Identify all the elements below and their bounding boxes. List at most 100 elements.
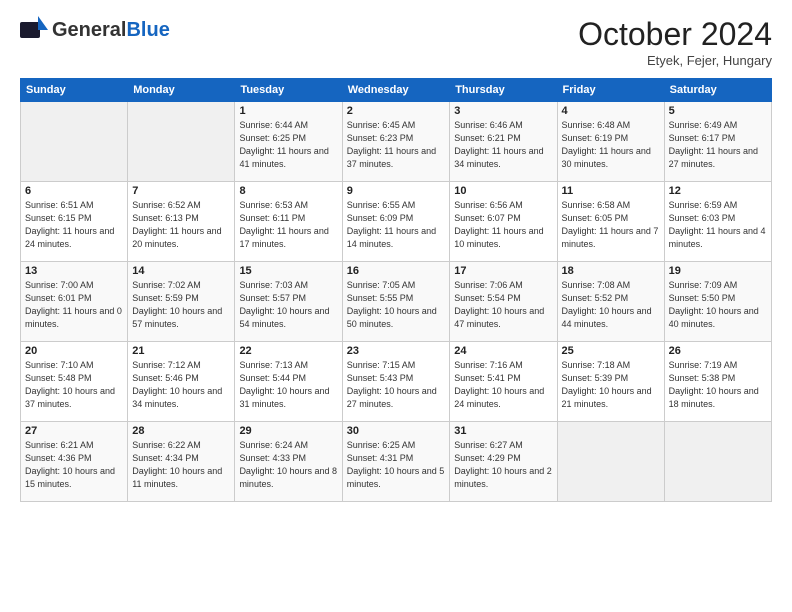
day-detail: Sunrise: 7:08 AM Sunset: 5:52 PM Dayligh… — [562, 279, 660, 331]
calendar-cell: 15Sunrise: 7:03 AM Sunset: 5:57 PM Dayli… — [235, 262, 342, 342]
day-detail: Sunrise: 6:52 AM Sunset: 6:13 PM Dayligh… — [132, 199, 230, 251]
logo-blue: Blue — [126, 19, 169, 41]
day-number: 11 — [562, 185, 660, 197]
day-number: 20 — [25, 345, 123, 357]
calendar-cell: 7 Sunrise: 6:52 AM Sunset: 6:13 PM Daylig… — [128, 182, 235, 262]
day-number: 31 — [454, 425, 552, 437]
day-number: 27 — [25, 425, 123, 437]
calendar-cell: 31 Sunrise: 6:27 AM Sunset: 4:29 PM Dayli… — [450, 422, 557, 502]
logo-text: GeneralBlue — [52, 19, 170, 42]
day-detail: Sunrise: 6:53 AM Sunset: 6:11 PM Dayligh… — [239, 199, 337, 251]
day-detail: Sunrise: 7:15 AM Sunset: 5:43 PM Dayligh… — [347, 359, 446, 411]
calendar-cell: 5 Sunrise: 6:49 AM Sunset: 6:17 PM Daylig… — [664, 102, 771, 182]
calendar-week-3: 13 Sunrise: 7:00 AM Sunset: 6:01 PM Dayli… — [21, 262, 772, 342]
calendar-header-row: Sunday Monday Tuesday Wednesday Thursday… — [21, 79, 772, 102]
day-number: 13 — [25, 265, 123, 277]
col-tuesday: Tuesday — [235, 79, 342, 102]
col-sunday: Sunday — [21, 79, 128, 102]
day-detail: Sunrise: 7:16 AM Sunset: 5:41 PM Dayligh… — [454, 359, 552, 411]
calendar-cell — [664, 422, 771, 502]
calendar-cell: 1 Sunrise: 6:44 AM Sunset: 6:25 PM Daylig… — [235, 102, 342, 182]
day-number: 5 — [669, 105, 767, 117]
calendar-week-1: 1 Sunrise: 6:44 AM Sunset: 6:25 PM Daylig… — [21, 102, 772, 182]
day-number: 1 — [239, 105, 337, 117]
calendar-cell: 3Sunrise: 6:46 AM Sunset: 6:21 PM Daylig… — [450, 102, 557, 182]
calendar-week-4: 20 Sunrise: 7:10 AM Sunset: 5:48 PM Dayli… — [21, 342, 772, 422]
logo-wrapper: GeneralBlue — [20, 16, 170, 44]
col-wednesday: Wednesday — [342, 79, 450, 102]
calendar-cell: 27 Sunrise: 6:21 AM Sunset: 4:36 PM Dayli… — [21, 422, 128, 502]
calendar-cell: 11 Sunrise: 6:58 AM Sunset: 6:05 PM Dayli… — [557, 182, 664, 262]
day-number: 16 — [347, 265, 446, 277]
day-detail: Sunrise: 6:49 AM Sunset: 6:17 PM Dayligh… — [669, 119, 767, 171]
day-detail: Sunrise: 7:02 AM Sunset: 5:59 PM Dayligh… — [132, 279, 230, 331]
day-detail: Sunrise: 7:12 AM Sunset: 5:46 PM Dayligh… — [132, 359, 230, 411]
day-detail: Sunrise: 7:19 AM Sunset: 5:38 PM Dayligh… — [669, 359, 767, 411]
day-detail: Sunrise: 7:06 AM Sunset: 5:54 PM Dayligh… — [454, 279, 552, 331]
day-number: 6 — [25, 185, 123, 197]
calendar-cell: 26 Sunrise: 7:19 AM Sunset: 5:38 PM Dayli… — [664, 342, 771, 422]
day-detail: Sunrise: 6:45 AM Sunset: 6:23 PM Dayligh… — [347, 119, 446, 171]
logo-general: General — [52, 19, 126, 41]
calendar-cell: 30Sunrise: 6:25 AM Sunset: 4:31 PM Dayli… — [342, 422, 450, 502]
day-number: 9 — [347, 185, 446, 197]
day-detail: Sunrise: 6:24 AM Sunset: 4:33 PM Dayligh… — [239, 439, 337, 491]
calendar-body: 1 Sunrise: 6:44 AM Sunset: 6:25 PM Daylig… — [21, 102, 772, 502]
month-title: October 2024 — [578, 16, 772, 53]
day-detail: Sunrise: 6:56 AM Sunset: 6:07 PM Dayligh… — [454, 199, 552, 251]
day-detail: Sunrise: 6:44 AM Sunset: 6:25 PM Dayligh… — [239, 119, 337, 171]
calendar-cell: 24 Sunrise: 7:16 AM Sunset: 5:41 PM Dayli… — [450, 342, 557, 422]
day-number: 28 — [132, 425, 230, 437]
calendar-table: Sunday Monday Tuesday Wednesday Thursday… — [20, 78, 772, 502]
day-number: 2 — [347, 105, 446, 117]
day-number: 14 — [132, 265, 230, 277]
day-number: 7 — [132, 185, 230, 197]
calendar-week-2: 6 Sunrise: 6:51 AM Sunset: 6:15 PM Daylig… — [21, 182, 772, 262]
day-number: 8 — [239, 185, 337, 197]
day-detail: Sunrise: 6:58 AM Sunset: 6:05 PM Dayligh… — [562, 199, 660, 251]
calendar-cell: 12Sunrise: 6:59 AM Sunset: 6:03 PM Dayli… — [664, 182, 771, 262]
calendar-cell: 4Sunrise: 6:48 AM Sunset: 6:19 PM Daylig… — [557, 102, 664, 182]
calendar-cell — [557, 422, 664, 502]
calendar-cell: 14 Sunrise: 7:02 AM Sunset: 5:59 PM Dayli… — [128, 262, 235, 342]
calendar-cell: 17Sunrise: 7:06 AM Sunset: 5:54 PM Dayli… — [450, 262, 557, 342]
day-detail: Sunrise: 6:27 AM Sunset: 4:29 PM Dayligh… — [454, 439, 552, 491]
day-detail: Sunrise: 6:55 AM Sunset: 6:09 PM Dayligh… — [347, 199, 446, 251]
day-detail: Sunrise: 6:46 AM Sunset: 6:21 PM Dayligh… — [454, 119, 552, 171]
day-detail: Sunrise: 6:25 AM Sunset: 4:31 PM Dayligh… — [347, 439, 446, 491]
header: GeneralBlue October 2024 Etyek, Fejer, H… — [20, 16, 772, 68]
day-number: 18 — [562, 265, 660, 277]
calendar-cell: 23Sunrise: 7:15 AM Sunset: 5:43 PM Dayli… — [342, 342, 450, 422]
calendar-cell: 9 Sunrise: 6:55 AM Sunset: 6:09 PM Daylig… — [342, 182, 450, 262]
title-block: October 2024 Etyek, Fejer, Hungary — [578, 16, 772, 68]
col-monday: Monday — [128, 79, 235, 102]
day-detail: Sunrise: 6:22 AM Sunset: 4:34 PM Dayligh… — [132, 439, 230, 491]
day-detail: Sunrise: 7:03 AM Sunset: 5:57 PM Dayligh… — [239, 279, 337, 331]
day-number: 25 — [562, 345, 660, 357]
col-saturday: Saturday — [664, 79, 771, 102]
day-detail: Sunrise: 6:21 AM Sunset: 4:36 PM Dayligh… — [25, 439, 123, 491]
page: GeneralBlue October 2024 Etyek, Fejer, H… — [0, 0, 792, 612]
calendar-cell: 10 Sunrise: 6:56 AM Sunset: 6:07 PM Dayli… — [450, 182, 557, 262]
day-number: 19 — [669, 265, 767, 277]
calendar-cell: 6 Sunrise: 6:51 AM Sunset: 6:15 PM Daylig… — [21, 182, 128, 262]
day-number: 10 — [454, 185, 552, 197]
calendar-week-5: 27 Sunrise: 6:21 AM Sunset: 4:36 PM Dayli… — [21, 422, 772, 502]
calendar-cell: 8 Sunrise: 6:53 AM Sunset: 6:11 PM Daylig… — [235, 182, 342, 262]
location: Etyek, Fejer, Hungary — [578, 53, 772, 68]
col-thursday: Thursday — [450, 79, 557, 102]
day-number: 29 — [239, 425, 337, 437]
calendar-cell: 16Sunrise: 7:05 AM Sunset: 5:55 PM Dayli… — [342, 262, 450, 342]
day-detail: Sunrise: 7:10 AM Sunset: 5:48 PM Dayligh… — [25, 359, 123, 411]
day-detail: Sunrise: 6:59 AM Sunset: 6:03 PM Dayligh… — [669, 199, 767, 251]
calendar-cell — [128, 102, 235, 182]
day-detail: Sunrise: 6:51 AM Sunset: 6:15 PM Dayligh… — [25, 199, 123, 251]
day-number: 22 — [239, 345, 337, 357]
day-number: 24 — [454, 345, 552, 357]
col-friday: Friday — [557, 79, 664, 102]
day-number: 26 — [669, 345, 767, 357]
day-detail: Sunrise: 7:09 AM Sunset: 5:50 PM Dayligh… — [669, 279, 767, 331]
calendar-cell: 29 Sunrise: 6:24 AM Sunset: 4:33 PM Dayli… — [235, 422, 342, 502]
day-detail: Sunrise: 7:00 AM Sunset: 6:01 PM Dayligh… — [25, 279, 123, 331]
calendar-cell: 13 Sunrise: 7:00 AM Sunset: 6:01 PM Dayli… — [21, 262, 128, 342]
